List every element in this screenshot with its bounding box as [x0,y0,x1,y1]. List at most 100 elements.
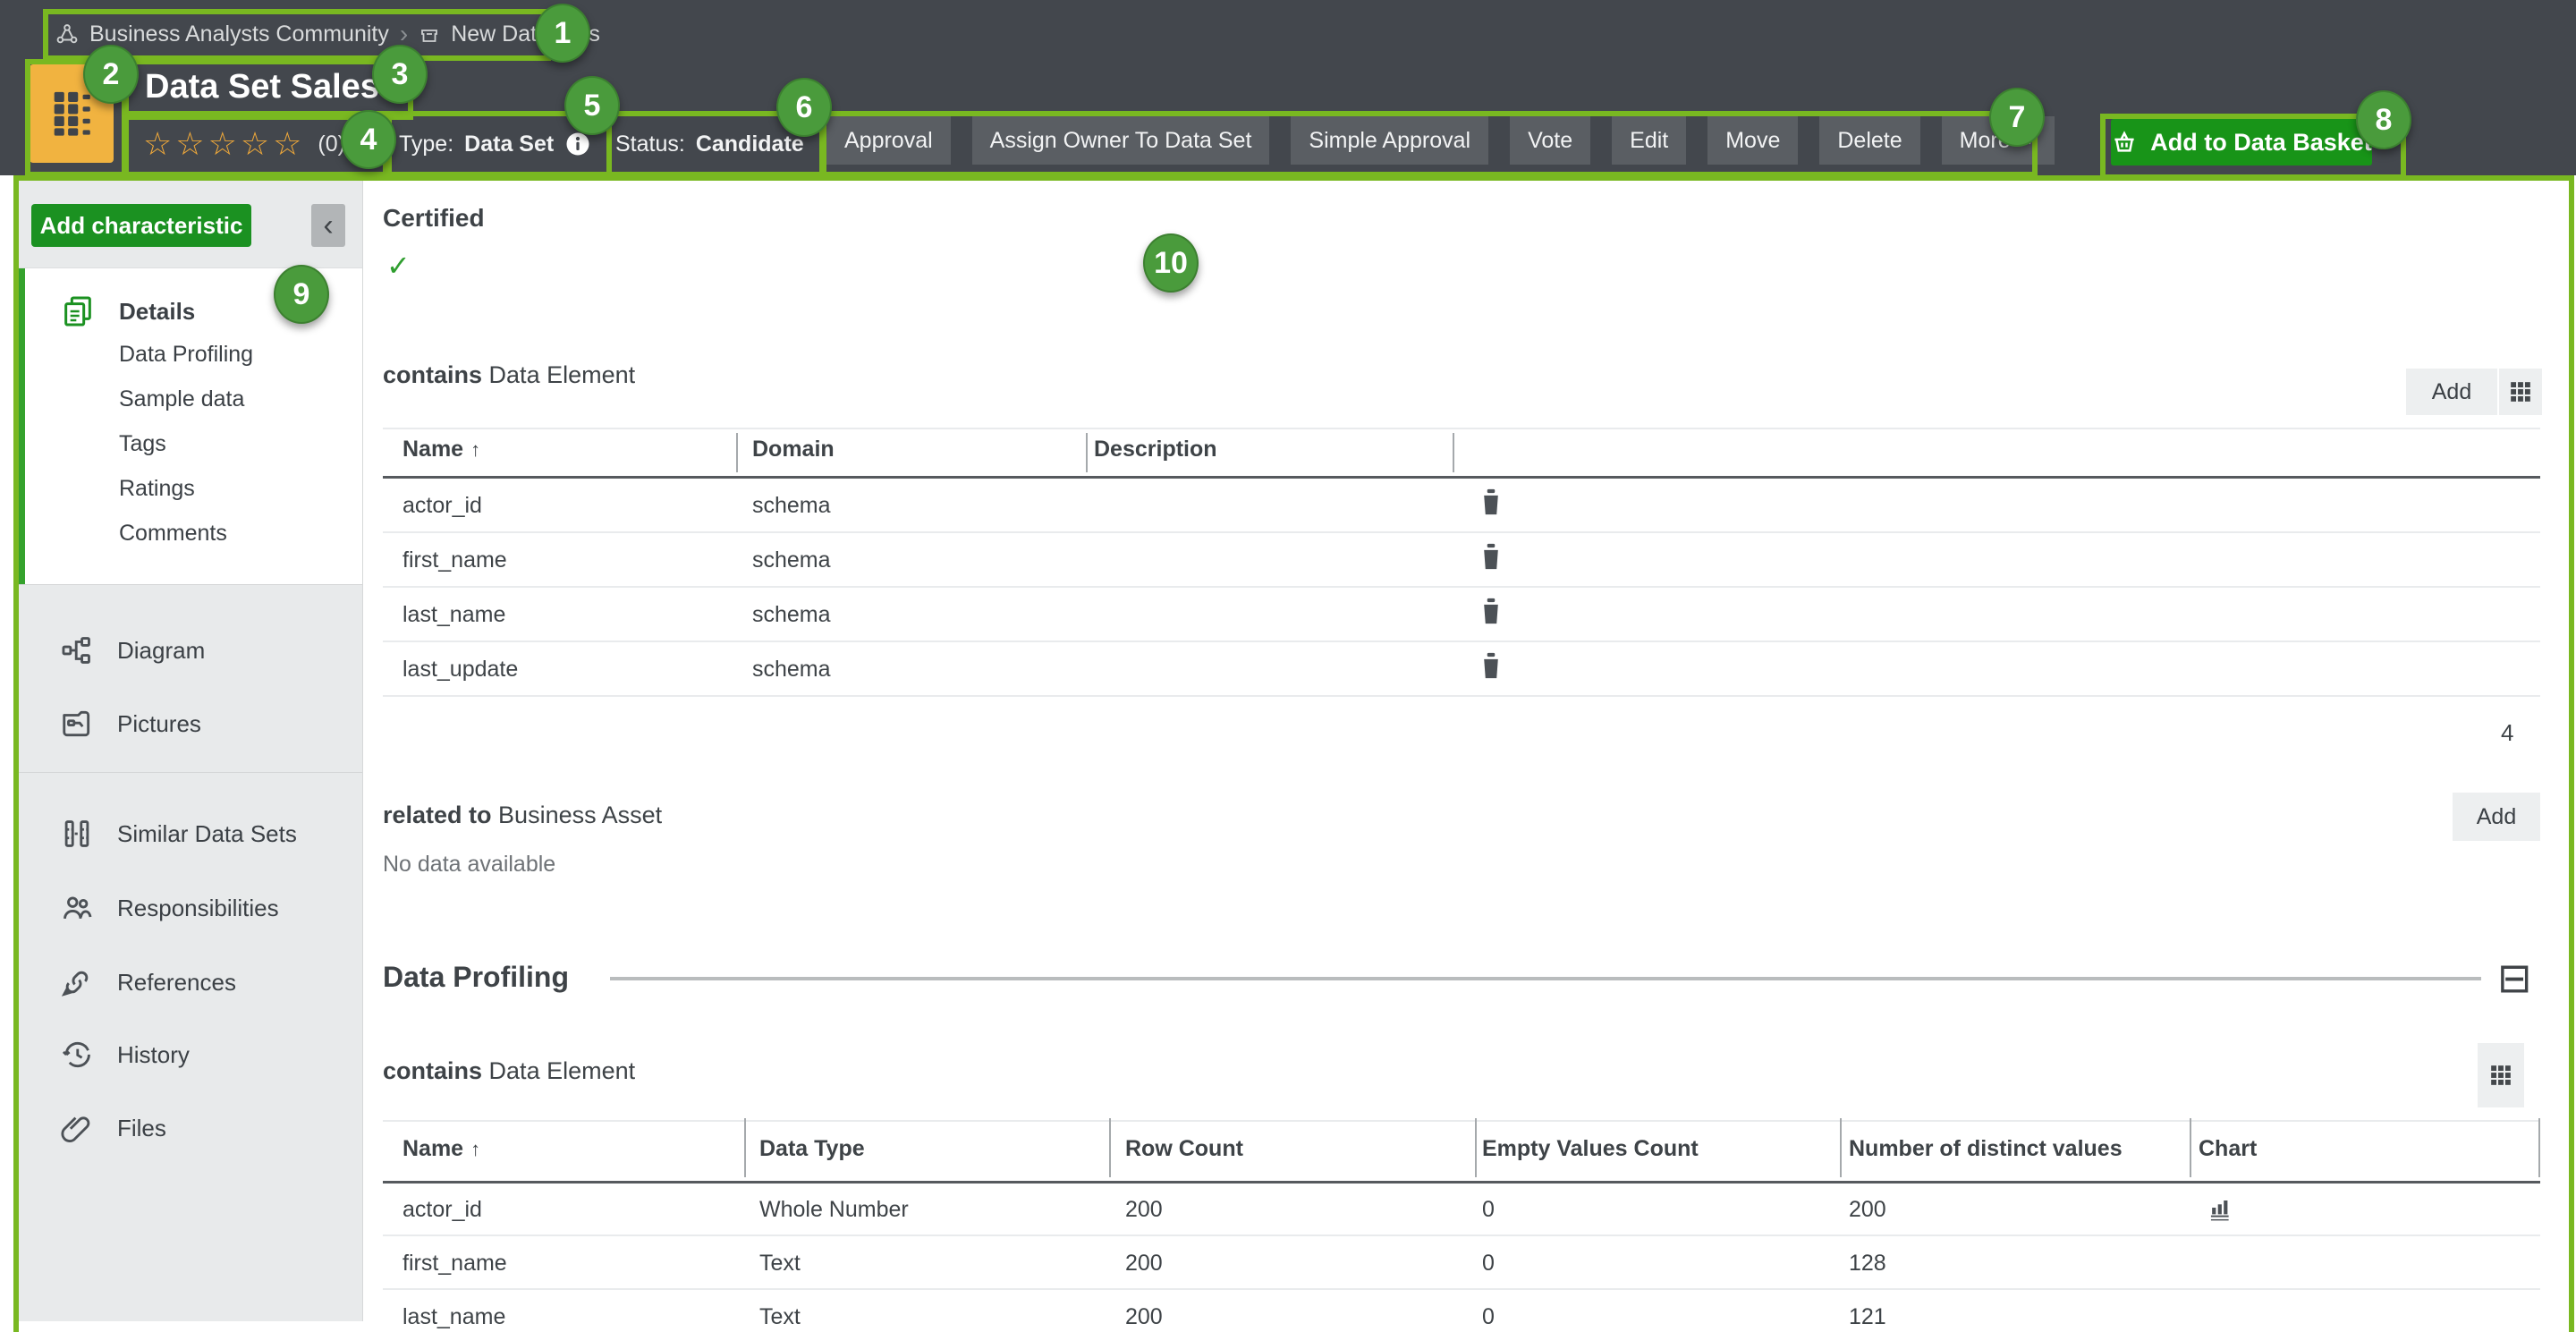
column-divider [1475,1118,1477,1177]
column-header-row-count[interactable]: Row Count [1125,1136,1243,1162]
column-divider [1086,433,1088,472]
contains-table: Name↑ Domain Description actor_id schema… [383,420,2540,725]
sidebar-item-references[interactable]: References [60,965,236,999]
star-icon[interactable]: ☆ [241,128,273,160]
sidebar-item-similar-data-sets[interactable]: Similar Data Sets [60,817,297,851]
sidebar-item-ratings[interactable]: Ratings [119,476,195,502]
table-row-distinct: 121 [1849,1304,1886,1330]
delete-row-button[interactable] [1476,649,1506,683]
sidebar-item-data-profiling[interactable]: Data Profiling [119,342,253,368]
sidebar-item-label: History [117,1041,190,1069]
sidebar-item-responsibilities[interactable]: Responsibilities [60,891,279,925]
annotation-badge-3: 3 [372,45,428,104]
column-header-empty-values[interactable]: Empty Values Count [1482,1136,1699,1162]
delete-row-button[interactable] [1476,485,1506,519]
page-title: Data Set Sales [145,68,379,106]
move-button[interactable]: Move [1707,116,1798,165]
diagram-icon [60,633,94,667]
check-icon: ✓ [386,249,411,283]
table-row-distinct: 128 [1849,1251,1886,1277]
table-row-name[interactable]: first_name [402,1251,507,1277]
annotation-badge-7: 7 [1989,88,2045,147]
assign-owner-button[interactable]: Assign Owner To Data Set [972,116,1270,165]
column-header-distinct-values[interactable]: Number of distinct values [1849,1136,2123,1162]
column-divider [736,433,738,472]
table-row-name[interactable]: actor_id [402,493,482,519]
sidebar-item-label: Diagram [117,637,205,665]
row-divider [383,1234,2540,1236]
sidebar-item-label: Responsibilities [117,895,279,922]
profiling-table: Name↑ Data Type Row Count Empty Values C… [383,1113,2540,1332]
table-row-data-type: Whole Number [759,1197,909,1223]
column-header-name[interactable]: Name↑ [402,437,480,462]
table-row-name[interactable]: first_name [402,547,507,573]
table-header-border [383,1181,2540,1184]
simple-approval-button[interactable]: Simple Approval [1291,116,1488,165]
annotation-badge-5: 5 [564,76,620,135]
column-header-chart[interactable]: Chart [2199,1136,2257,1162]
community-icon [55,22,79,46]
delete-row-button[interactable] [1476,594,1506,628]
star-icon[interactable]: ☆ [208,128,241,160]
star-icon[interactable]: ☆ [273,128,305,160]
basket-icon [2111,129,2138,156]
sidebar-item-comments[interactable]: Comments [119,521,227,547]
column-header-data-type[interactable]: Data Type [759,1136,865,1162]
vote-button[interactable]: Vote [1510,116,1590,165]
add-characteristic-button[interactable]: Add characteristic [31,204,251,247]
table-settings-button[interactable] [2478,1043,2524,1107]
sidebar-item-diagram[interactable]: Diagram [60,633,205,667]
table-row-name[interactable]: last_name [402,1304,505,1330]
sidebar-collapse-button[interactable]: ‹ [311,204,345,247]
sidebar-item-label: Similar Data Sets [117,820,297,848]
column-divider [2538,1118,2540,1177]
status-value: Candidate [696,132,804,157]
page: Business Analysts Community › New Data S… [0,0,2576,1332]
section-rule [610,977,2481,980]
add-to-data-basket-button[interactable]: Add to Data Basket [2111,119,2372,165]
row-count: 4 [2501,719,2513,747]
data-profiling-heading: Data Profiling [383,961,569,994]
collapse-section-icon[interactable]: ⊟ [2497,954,2532,1002]
add-business-asset-button[interactable]: Add [2453,793,2540,841]
edit-button[interactable]: Edit [1612,116,1686,165]
sidebar: Add characteristic ‹ Details Data Profil… [19,181,363,1321]
column-header-name[interactable]: Name↑ [402,1136,480,1162]
annotation-badge-1: 1 [535,4,590,63]
table-row-name[interactable]: last_name [402,602,505,628]
add-data-element-button[interactable]: Add [2406,369,2497,415]
table-row-domain: schema [752,602,831,628]
sidebar-item-details[interactable]: Details [60,293,195,329]
delete-row-button[interactable] [1476,539,1506,573]
chart-icon[interactable] [2207,1193,2234,1222]
sidebar-item-sample-data[interactable]: Sample data [119,386,244,412]
rating-widget[interactable]: ☆ ☆ ☆ ☆ ☆ (0) [143,123,345,165]
people-icon [60,891,94,925]
table-row-domain: schema [752,547,831,573]
similar-data-sets-icon [60,817,94,851]
certified-heading: Certified [383,204,485,233]
column-divider [2190,1118,2191,1177]
delete-button[interactable]: Delete [1819,116,1919,165]
table-row-distinct: 200 [1849,1197,1886,1223]
column-header-domain[interactable]: Domain [752,437,835,462]
table-settings-button[interactable] [2499,369,2542,415]
table-row-name[interactable]: last_update [402,657,518,683]
active-indicator [19,268,25,584]
sidebar-item-label: References [117,969,236,997]
star-icon[interactable]: ☆ [143,128,175,160]
approval-button[interactable]: Approval [826,116,951,165]
sidebar-item-history[interactable]: History [60,1038,190,1072]
sidebar-item-tags[interactable]: Tags [119,431,166,457]
star-icon[interactable]: ☆ [175,128,208,160]
table-border [383,1120,2540,1122]
annotation-badge-4: 4 [341,110,396,169]
sidebar-item-pictures[interactable]: Pictures [60,707,201,741]
status-label: Status: [615,132,685,157]
breadcrumb-community[interactable]: Business Analysts Community [89,21,389,47]
sidebar-item-files[interactable]: Files [60,1111,166,1145]
row-divider [383,586,2540,588]
table-row-row-count: 200 [1125,1304,1163,1330]
table-row-name[interactable]: actor_id [402,1197,482,1223]
column-header-description[interactable]: Description [1094,437,1217,462]
